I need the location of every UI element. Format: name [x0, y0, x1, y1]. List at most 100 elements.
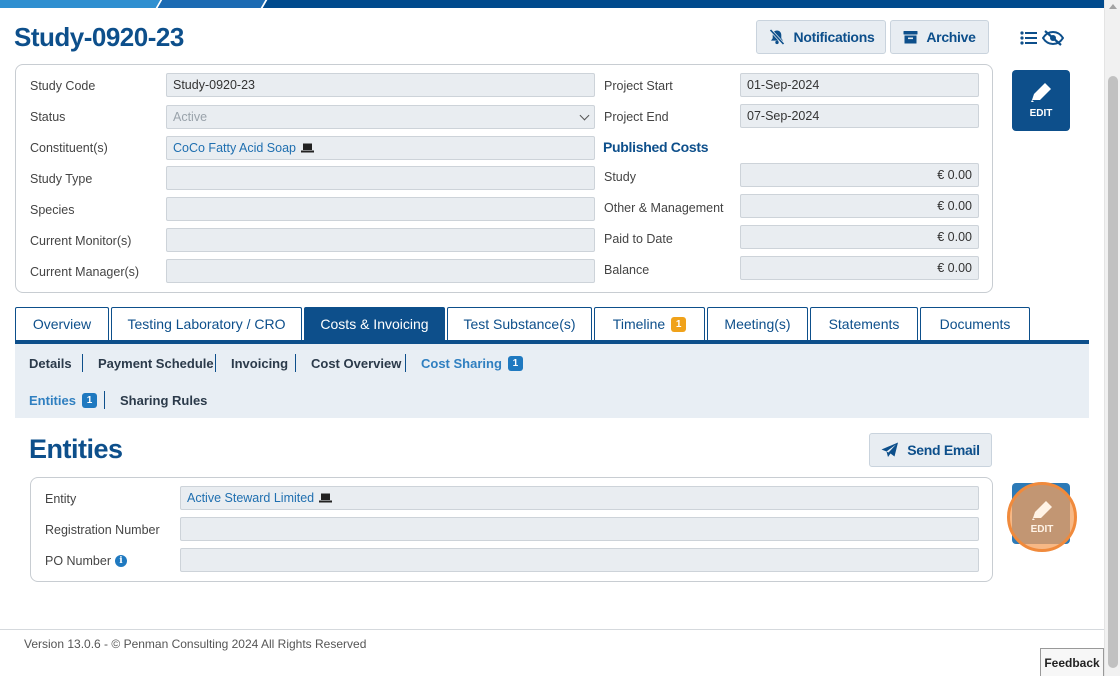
published-costs-title: Published Costs	[603, 139, 709, 155]
registration-number-field[interactable]	[180, 517, 979, 541]
edit-label: EDIT	[1030, 523, 1054, 535]
vertical-scrollbar[interactable]	[1104, 0, 1120, 676]
tab-meetings[interactable]: Meeting(s)	[707, 307, 808, 340]
other-management-field[interactable]: € 0.00	[740, 194, 979, 218]
species-field[interactable]	[166, 197, 595, 221]
click-highlight[interactable]: EDIT	[1007, 482, 1077, 552]
chevron-down-icon	[579, 110, 590, 121]
study-type-field[interactable]	[166, 166, 595, 190]
project-end-label: Project End	[604, 110, 669, 124]
registration-number-label: Registration Number	[45, 523, 160, 537]
subnav-entities[interactable]: Entities 1	[29, 393, 97, 408]
scroll-up-arrow-icon[interactable]	[1109, 4, 1117, 9]
subnav-separator	[82, 354, 83, 372]
view-toggle[interactable]	[1020, 28, 1064, 48]
subnav-invoicing[interactable]: Invoicing	[231, 356, 288, 371]
study-code-label: Study Code	[30, 79, 96, 93]
tab-statements[interactable]: Statements	[810, 307, 918, 340]
constituents-value[interactable]: CoCo Fatty Acid Soap	[173, 141, 296, 155]
bell-slash-icon	[768, 29, 785, 45]
study-cost-label: Study	[604, 170, 636, 184]
laptop-icon	[319, 493, 333, 503]
po-number-label-text: PO Number	[45, 554, 111, 568]
subnav-separator	[295, 354, 296, 372]
tab-label: Statements	[828, 316, 900, 332]
tab-label: Testing Laboratory / CRO	[127, 316, 286, 332]
po-number-field[interactable]	[180, 548, 979, 572]
archive-box-icon	[903, 31, 918, 44]
info-icon[interactable]: i	[115, 555, 127, 567]
entities-heading: Entities	[29, 434, 123, 464]
other-management-label: Other & Management	[604, 201, 724, 215]
entity-field[interactable]: Active Steward Limited	[180, 486, 979, 510]
scrollbar-thumb[interactable]	[1108, 76, 1118, 668]
tab-testing-laboratory[interactable]: Testing Laboratory / CRO	[111, 307, 302, 340]
tab-timeline[interactable]: Timeline 1	[594, 307, 705, 340]
tab-label: Costs & Invoicing	[320, 316, 429, 332]
subnav-cost-sharing[interactable]: Cost Sharing 1	[421, 356, 523, 371]
current-managers-field[interactable]	[166, 259, 595, 283]
status-select[interactable]: Active	[166, 105, 595, 129]
current-monitors-label: Current Monitor(s)	[30, 234, 132, 248]
list-icon[interactable]	[1020, 30, 1038, 46]
species-label: Species	[30, 203, 75, 217]
pencil-icon	[1031, 83, 1051, 102]
project-start-field[interactable]: 01-Sep-2024	[740, 73, 979, 97]
footer-version: Version 13.0.6 - © Penman Consulting 202…	[24, 637, 367, 651]
subnav-cost-overview[interactable]: Cost Overview	[311, 356, 401, 371]
archive-label: Archive	[926, 29, 976, 45]
send-email-label: Send Email	[907, 442, 980, 458]
tab-label: Documents	[939, 316, 1011, 332]
notifications-label: Notifications	[793, 29, 875, 45]
breadcrumb-item[interactable]	[157, 0, 268, 8]
subnav-cost-sharing-label: Cost Sharing	[421, 356, 502, 371]
send-email-button[interactable]: Send Email	[869, 433, 992, 467]
eye-slash-icon[interactable]	[1042, 30, 1064, 46]
feedback-button[interactable]: Feedback	[1040, 648, 1104, 676]
constituents-field[interactable]: CoCo Fatty Acid Soap	[166, 136, 595, 160]
entity-panel: Entity Active Steward Limited Registrati…	[30, 477, 993, 582]
current-monitors-field[interactable]	[166, 228, 595, 252]
subnav-entities-label: Entities	[29, 393, 76, 408]
subnav-details[interactable]: Details	[29, 356, 72, 371]
balance-label: Balance	[604, 263, 650, 277]
entity-label: Entity	[45, 492, 77, 506]
tab-overview[interactable]: Overview	[15, 307, 109, 340]
project-start-label: Project Start	[604, 79, 673, 93]
balance-field[interactable]: € 0.00	[740, 256, 979, 280]
breadcrumb-item[interactable]	[0, 0, 163, 8]
subnav-separator	[405, 354, 406, 372]
study-code-field[interactable]: Study-0920-23	[166, 73, 595, 97]
tab-label: Timeline	[612, 316, 666, 332]
entity-value[interactable]: Active Steward Limited	[187, 491, 314, 505]
timeline-count-badge: 1	[671, 316, 687, 332]
status-label: Status	[30, 110, 66, 124]
subnav-separator	[215, 354, 216, 372]
paid-to-date-label: Paid to Date	[604, 232, 673, 246]
breadcrumb-bar	[0, 0, 1104, 8]
project-end-field[interactable]: 07-Sep-2024	[740, 104, 979, 128]
paper-plane-icon	[881, 442, 899, 457]
edit-study-button[interactable]: EDIT	[1012, 70, 1070, 131]
tab-test-substances[interactable]: Test Substance(s)	[447, 307, 592, 340]
laptop-icon	[300, 143, 314, 153]
edit-label: EDIT	[1029, 108, 1053, 119]
tab-label: Overview	[32, 316, 92, 332]
archive-button[interactable]: Archive	[890, 20, 989, 54]
tab-costs-invoicing[interactable]: Costs & Invoicing	[304, 307, 445, 340]
subnav-sharing-rules[interactable]: Sharing Rules	[120, 393, 207, 408]
study-type-label: Study Type	[30, 172, 93, 186]
tab-label: Meeting(s)	[724, 316, 791, 332]
study-info-panel: Study Code Study-0920-23 Status Active C…	[15, 64, 993, 293]
subnav-payment-schedule[interactable]: Payment Schedule	[98, 356, 214, 371]
tab-documents[interactable]: Documents	[920, 307, 1030, 340]
po-number-label: PO Number i	[45, 554, 127, 568]
paid-to-date-field[interactable]: € 0.00	[740, 225, 979, 249]
notifications-button[interactable]: Notifications	[756, 20, 886, 54]
status-value: Active	[173, 110, 208, 124]
constituents-label: Constituent(s)	[30, 141, 108, 155]
tab-label: Test Substance(s)	[463, 316, 576, 332]
cost-sharing-count-badge: 1	[507, 356, 523, 371]
entities-count-badge: 1	[81, 393, 97, 408]
study-cost-field[interactable]: € 0.00	[740, 163, 979, 187]
